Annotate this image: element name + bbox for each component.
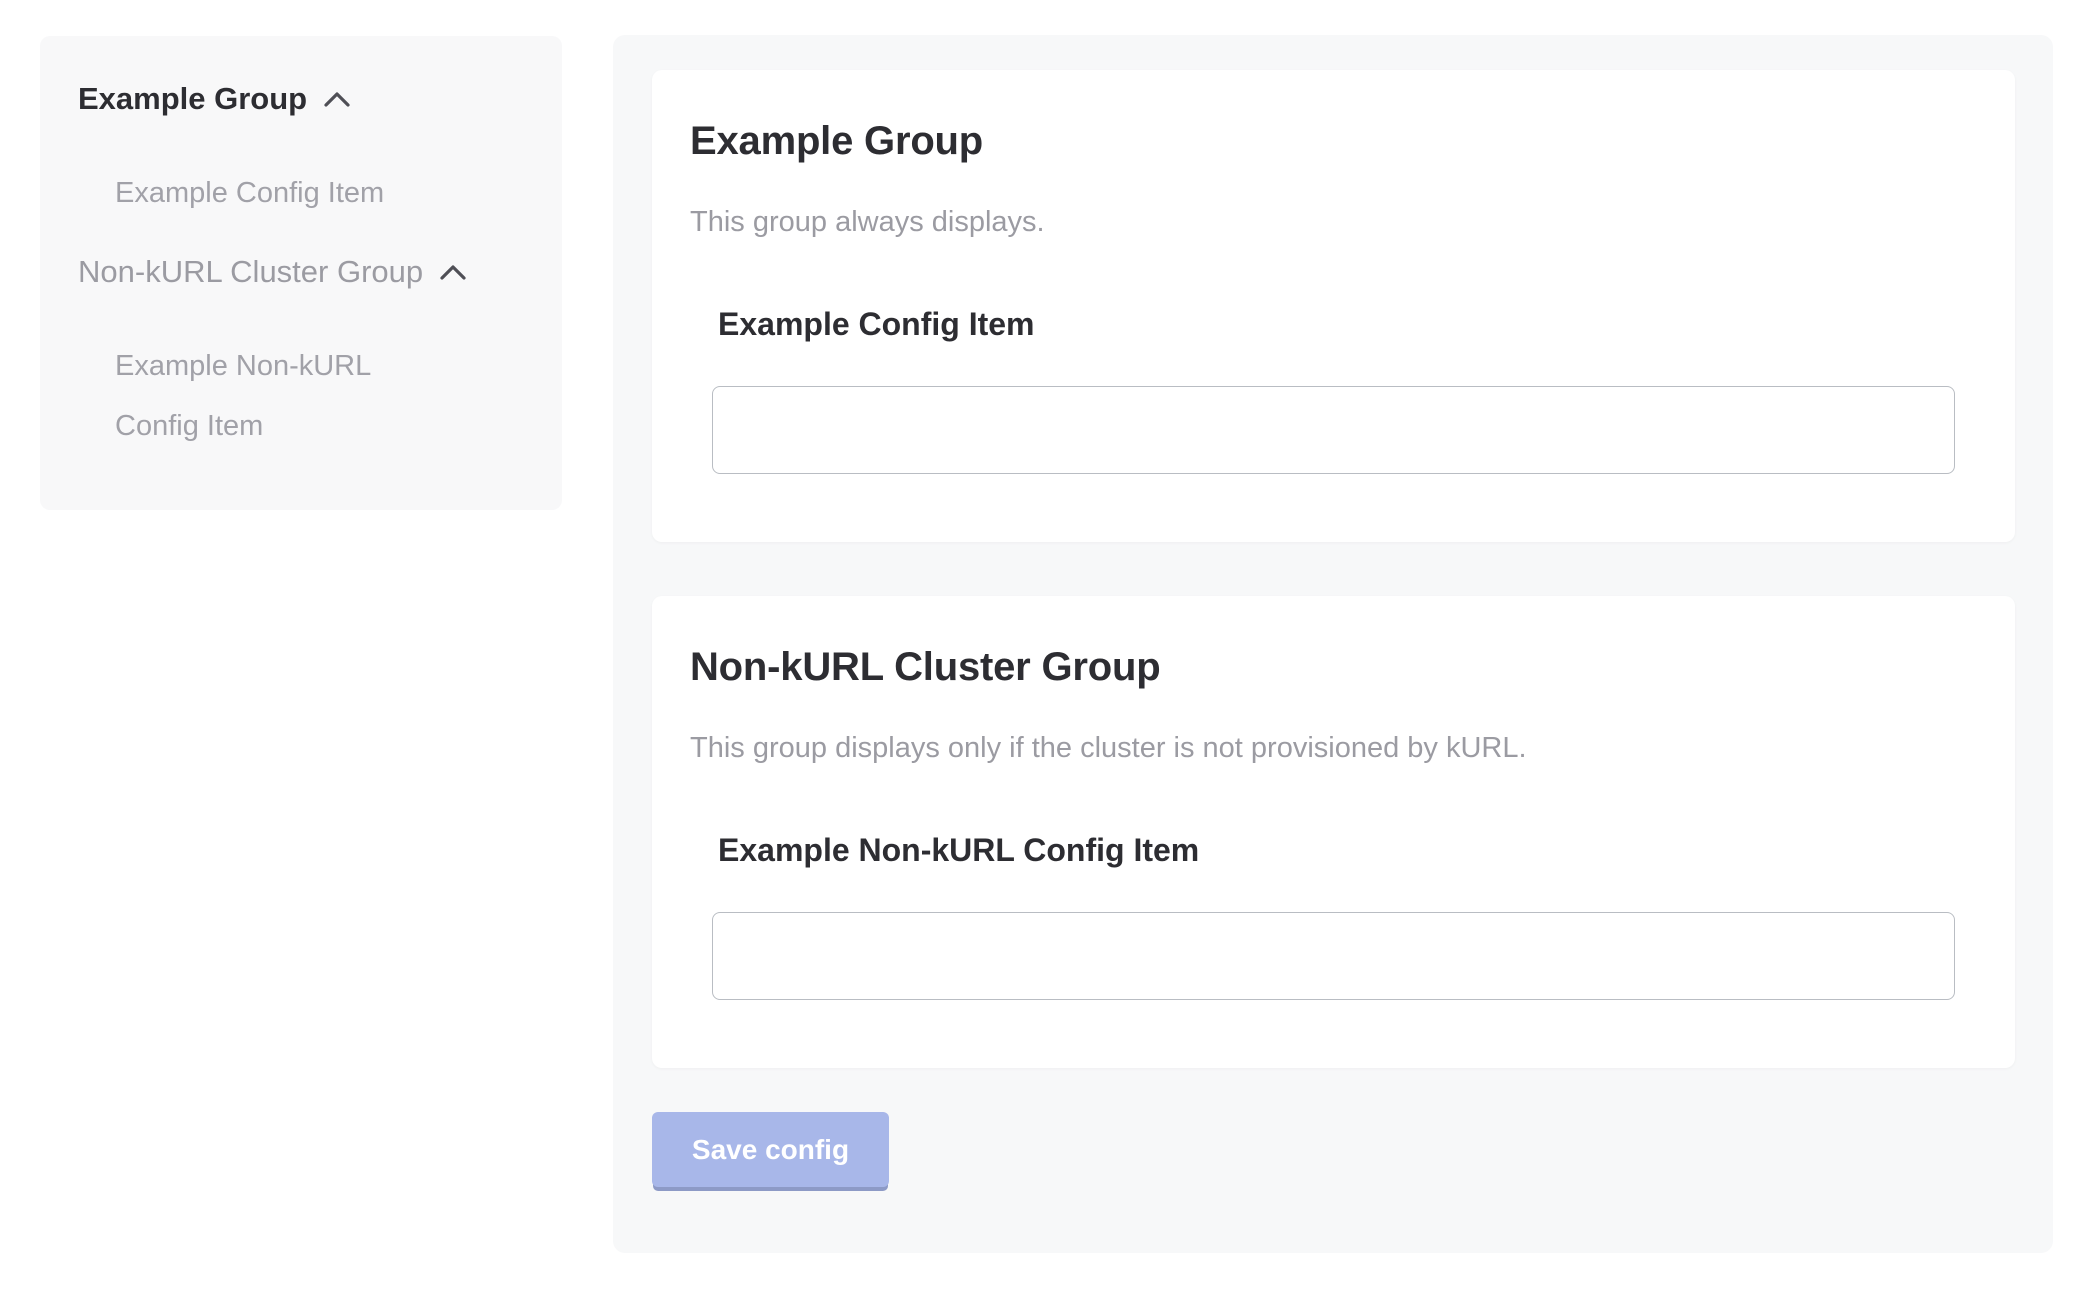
sidebar-group-label: Example Group: [78, 80, 307, 118]
group-title: Non-kURL Cluster Group: [690, 642, 1977, 692]
sidebar-item-example-non-kurl-config-item[interactable]: Example Non-kURL Config Item: [115, 336, 450, 456]
chevron-up-icon: [439, 263, 467, 281]
sidebar-item-example-config-item[interactable]: Example Config Item: [115, 163, 450, 223]
group-title: Example Group: [690, 116, 1977, 166]
sidebar-group-non-kurl-cluster-group[interactable]: Non-kURL Cluster Group: [78, 253, 536, 291]
config-group-card-example-group: Example Group This group always displays…: [652, 70, 2015, 542]
example-config-item-input[interactable]: [712, 386, 1955, 474]
sidebar-group-label: Non-kURL Cluster Group: [78, 253, 423, 291]
config-nav-sidebar: Example Group Example Config Item Non-kU…: [40, 36, 562, 510]
group-description: This group always displays.: [690, 204, 1977, 240]
example-non-kurl-config-item-input[interactable]: [712, 912, 1955, 1000]
group-description: This group displays only if the cluster …: [690, 730, 1977, 766]
config-item-label: Example Non-kURL Config Item: [718, 830, 1977, 870]
config-item-label: Example Config Item: [718, 304, 1977, 344]
save-config-button[interactable]: Save config: [652, 1112, 889, 1187]
config-group-card-non-kurl-cluster-group: Non-kURL Cluster Group This group displa…: [652, 596, 2015, 1068]
chevron-up-icon: [323, 90, 351, 108]
config-main-panel: Example Group This group always displays…: [613, 35, 2053, 1253]
sidebar-group-example-group[interactable]: Example Group: [78, 80, 536, 118]
